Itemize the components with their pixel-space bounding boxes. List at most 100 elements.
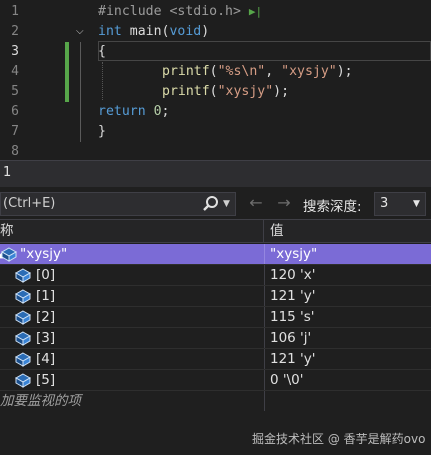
column-header-name-label: 称 [0,223,14,239]
table-row[interactable]: [3] 106 'j' [0,328,431,349]
column-separator [264,391,265,411]
variable-object-icon [14,373,32,388]
watch-value: 120 'x' [270,267,316,283]
include-directive: #include [98,4,162,19]
watch-name: [5] [36,372,56,388]
search-input[interactable]: (Ctrl+E) ▼ [0,192,236,216]
column-separator [264,244,265,264]
string-literal: "xysjy" [217,84,274,99]
add-watch-placeholder: 加要监视的项 [0,393,81,409]
search-icon[interactable] [202,195,220,213]
column-separator [264,328,265,348]
string-literal: "xysjy" [281,64,337,79]
code-text: ; [161,104,170,119]
code-text: ( [209,84,218,99]
include-header: <stdio.h> [169,4,241,19]
watch-name: [2] [36,309,56,325]
search-next-arrow-icon[interactable]: → [274,195,294,213]
search-depth-label: 搜索深度: [303,199,362,215]
search-previous-arrow-icon[interactable]: ← [246,195,266,213]
watch-name: [0] [36,267,56,283]
code-line-5[interactable]: printf("xysjy"); [162,82,289,102]
panel-title-bar: 1 [0,160,431,187]
code-line-1[interactable]: #include <stdio.h> ▶| [98,2,262,22]
add-watch-row[interactable]: 加要监视的项 [0,391,431,412]
code-text: ) [201,24,210,39]
watch-value: 0 '\0' [270,372,304,388]
search-depth-select[interactable]: 3 ▼ [374,192,426,216]
keyword: void [169,24,202,39]
watch-panel: 1 (Ctrl+E) ▼ ← → 搜索深度: 3 ▼ 称 值 ◢ "xysjy" [0,160,431,455]
column-separator [264,370,265,390]
code-line-6[interactable]: return 0; [98,102,170,122]
table-row[interactable]: [1] 121 'y' [0,286,431,307]
indent-guide [102,62,103,100]
code-line-7[interactable]: } [98,122,106,142]
code-text: { [98,44,106,59]
table-row[interactable]: ◢ "xysjy" "xysjy" [0,244,431,265]
code-text: main( [121,24,170,39]
watch-header: 称 值 [0,219,431,243]
column-header-value[interactable]: 值 [270,220,284,242]
code-text: ); [273,84,290,99]
table-row[interactable]: [2] 115 's' [0,307,431,328]
code-text: } [98,124,106,139]
change-indicator-bar [65,42,69,102]
line-number: 5 [11,84,19,99]
code-editor[interactable]: 1 2 3 4 5 6 7 8 ⌵ #include <stdio.h> ▶| … [0,0,431,160]
string-literal: "%s\n" [217,64,266,79]
run-to-cursor-icon[interactable]: ▶| [249,5,262,18]
watch-value: "xysjy" [270,246,318,262]
column-separator [264,349,265,369]
watch-name: "xysjy" [20,246,68,262]
watch-name: [4] [36,351,56,367]
line-number: 4 [11,64,19,79]
keyword: return [98,104,146,119]
function-name: printf [162,84,210,99]
watch-value: 106 'j' [270,330,312,346]
chevron-down-icon[interactable]: ▼ [413,193,420,215]
variable-object-icon [0,247,18,262]
line-number: 8 [11,144,19,159]
table-row[interactable]: [4] 121 'y' [0,349,431,370]
column-separator [264,265,265,285]
watch-name: [1] [36,288,56,304]
outline-guide [80,42,81,142]
collapse-chevron-icon[interactable]: ⌵ [76,22,86,42]
variable-object-icon [14,268,32,283]
variable-object-icon [14,331,32,346]
code-text: , [265,64,282,79]
variable-object-icon [14,289,32,304]
current-line-highlight [98,41,431,61]
code-text: ( [209,64,218,79]
watch-toolbar: (Ctrl+E) ▼ ← → 搜索深度: 3 ▼ [0,189,431,219]
table-row[interactable]: [5] 0 '\0' [0,370,431,391]
code-line-3[interactable]: { [98,42,106,62]
watch-value: 121 'y' [270,288,316,304]
variable-object-icon [14,310,32,325]
search-depth-value: 3 [380,196,389,211]
keyword: int [98,24,122,39]
column-separator [264,286,265,306]
line-number: 3 [11,44,19,59]
code-text: ); [336,64,353,79]
code-line-2[interactable]: int main(void) [98,22,209,42]
line-number: 1 [11,4,19,19]
line-number: 6 [11,104,19,119]
watch-value: 121 'y' [270,351,316,367]
line-number: 2 [11,24,19,39]
column-header-name[interactable]: 称 [0,220,264,242]
number-literal: 0 [153,104,162,119]
chevron-down-icon[interactable]: ▼ [223,193,230,215]
column-separator [264,307,265,327]
panel-title: 1 [3,165,12,180]
function-name: printf [162,64,210,79]
table-row[interactable]: [0] 120 'x' [0,265,431,286]
variable-object-icon [14,352,32,367]
search-placeholder: (Ctrl+E) [3,196,56,211]
watch-name: [3] [36,330,56,346]
line-number: 7 [11,124,19,139]
watermark: 掘金技术社区 @ 香芋是解药ovo [252,432,426,446]
code-line-4[interactable]: printf("%s\n", "xysjy"); [162,62,353,82]
watch-value: 115 's' [270,309,315,325]
